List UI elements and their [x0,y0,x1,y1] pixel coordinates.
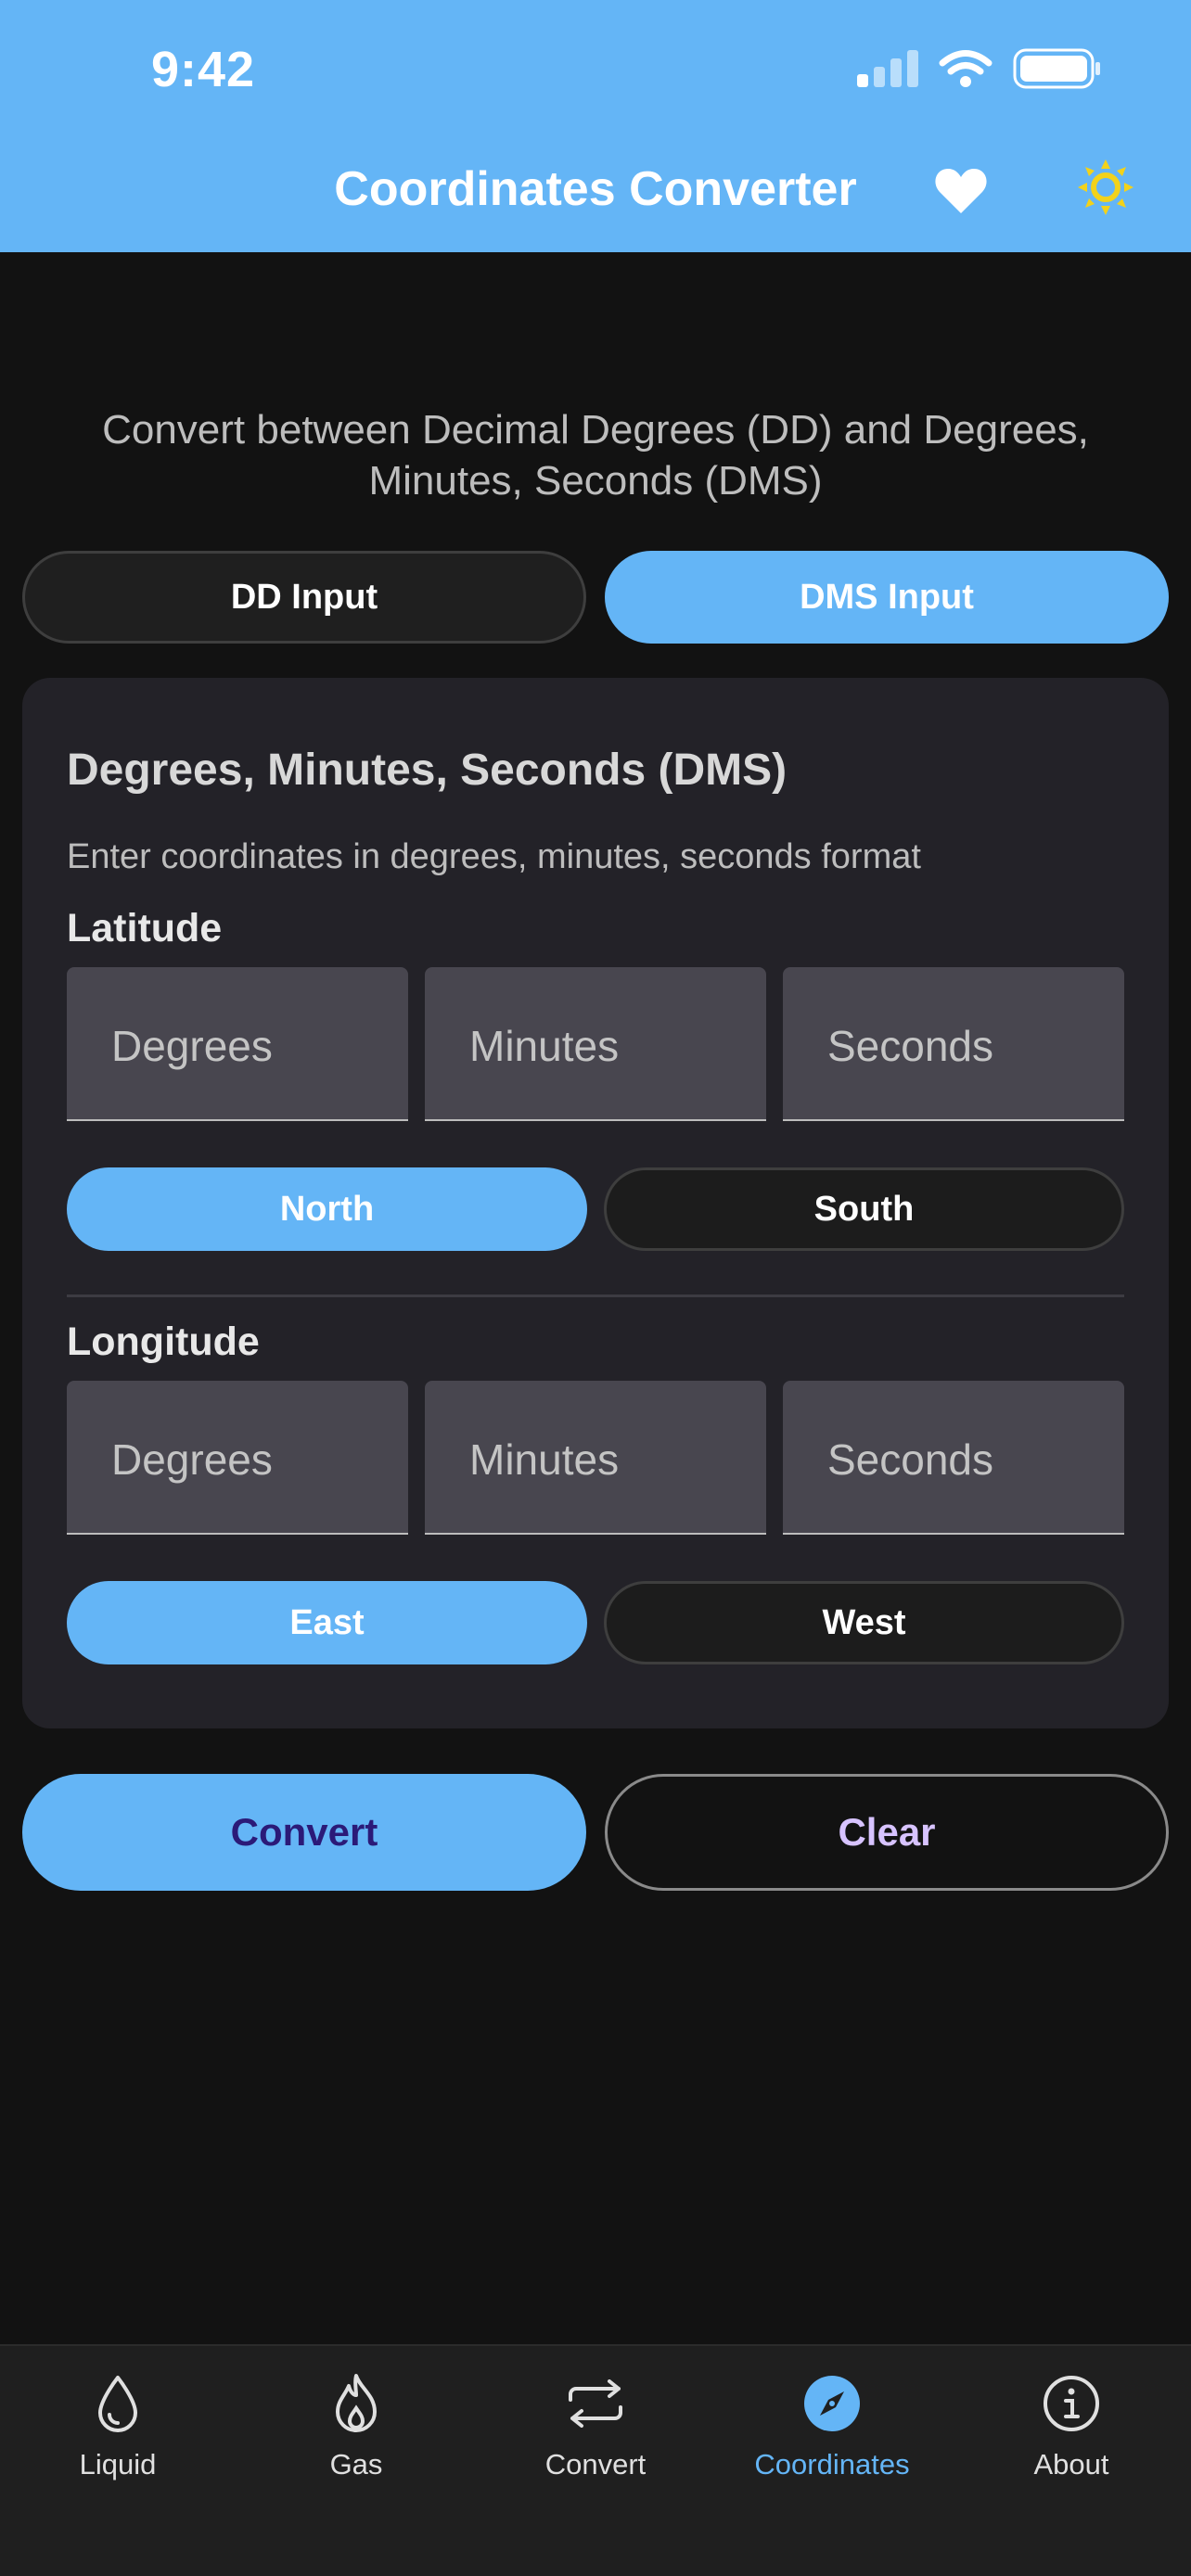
longitude-seconds-input[interactable]: Seconds [783,1381,1124,1535]
compass-icon [804,2376,860,2431]
dd-input-tab[interactable]: DD Input [22,551,586,644]
heart-icon[interactable] [934,167,988,215]
bottom-nav: Liquid Gas Convert Coordinates About [0,2344,1191,2576]
south-button[interactable]: South [604,1167,1124,1251]
nav-item-coordinates[interactable]: Coordinates [721,2365,943,2513]
north-button[interactable]: North [67,1167,587,1251]
page-title: Coordinates Converter [334,162,857,216]
nav-label-coordinates: Coordinates [754,2448,910,2480]
droplet-icon [98,2376,137,2432]
longitude-minutes-input[interactable]: Minutes [425,1381,766,1535]
card-title: Degrees, Minutes, Seconds (DMS) [67,746,788,795]
nav-item-gas[interactable]: Gas [245,2365,467,2513]
latitude-label: Latitude [67,906,223,950]
latitude-degrees-input[interactable]: Degrees [67,967,408,1121]
app-bar: Coordinates Converter [0,139,1191,252]
card-description: Enter coordinates in degrees, minutes, s… [67,837,921,876]
nav-item-convert[interactable]: Convert [484,2365,707,2513]
latitude-minutes-placeholder: Minutes [469,1022,620,1070]
latitude-degrees-placeholder: Degrees [111,1022,273,1070]
longitude-minutes-placeholder: Minutes [469,1435,620,1484]
battery-icon [1013,48,1100,89]
longitude-degrees-placeholder: Degrees [111,1435,273,1484]
page-subtitle: Convert between Decimal Degrees (DD) and… [102,407,1089,504]
nav-label-about: About [1033,2448,1109,2480]
swap-arrows-icon [569,2379,622,2428]
east-button[interactable]: East [67,1581,587,1664]
convert-button[interactable]: Convert [22,1774,586,1891]
longitude-seconds-placeholder: Seconds [827,1435,994,1484]
latitude-seconds-placeholder: Seconds [827,1022,994,1070]
status-bar: 9:42 [0,0,1191,139]
clear-button[interactable]: Clear [605,1774,1169,1891]
longitude-degrees-input[interactable]: Degrees [67,1381,408,1535]
dms-card: Degrees, Minutes, Seconds (DMS) Enter co… [22,678,1169,1728]
signal-icon [857,50,918,87]
nav-item-liquid[interactable]: Liquid [6,2365,229,2513]
nav-label-liquid: Liquid [79,2448,157,2480]
nav-item-about[interactable]: About [960,2365,1183,2513]
west-button[interactable]: West [604,1581,1124,1664]
dms-input-tab[interactable]: DMS Input [605,551,1169,644]
longitude-label: Longitude [67,1320,260,1364]
latitude-minutes-input[interactable]: Minutes [425,967,766,1121]
nav-label-convert: Convert [544,2448,647,2480]
status-time: 9:42 [151,42,256,97]
status-icons [857,48,1102,89]
nav-label-gas: Gas [329,2448,383,2480]
sun-icon[interactable] [1076,158,1135,217]
flame-icon [336,2374,377,2432]
info-icon [1044,2376,1099,2431]
wifi-icon [939,50,992,87]
latitude-seconds-input[interactable]: Seconds [783,967,1124,1121]
section-divider [67,1294,1124,1297]
